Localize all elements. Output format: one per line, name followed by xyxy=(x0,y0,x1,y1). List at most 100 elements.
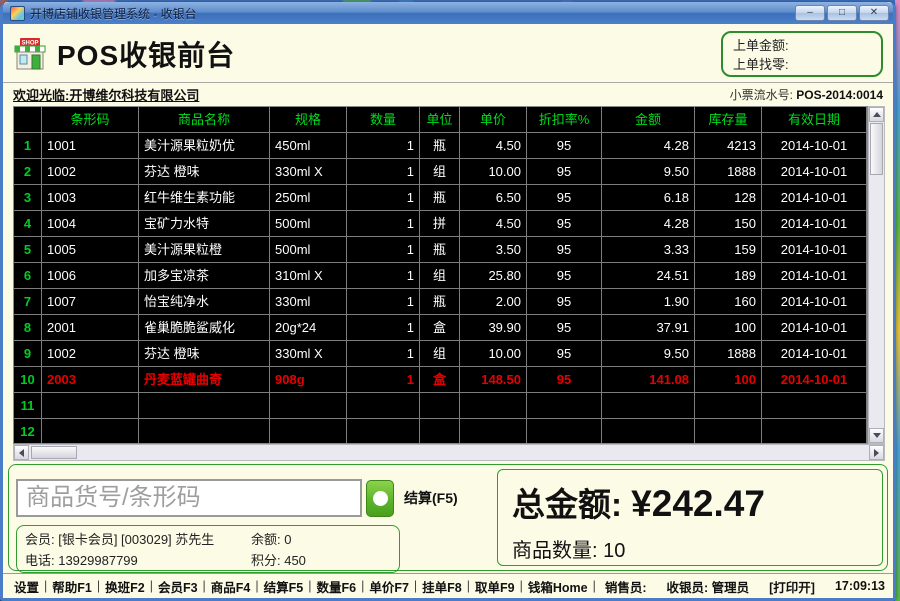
cell-unit: 组 xyxy=(420,341,460,367)
cell-barcode: 1002 xyxy=(42,159,139,185)
cell-amount: 1.90 xyxy=(602,289,695,315)
welcome-text: 欢迎光临:开博维尔科技有限公司 xyxy=(13,87,200,103)
cell-date: 2014-10-01 xyxy=(762,237,867,263)
minimize-icon: – xyxy=(807,7,813,18)
cell-name: 雀巢脆脆鲨威化 xyxy=(139,315,270,341)
toolbar-item[interactable]: 会员F3 xyxy=(155,577,201,596)
cell-no: 5 xyxy=(14,237,42,263)
cell-name: 丹麦蓝罐曲奇 xyxy=(139,367,270,393)
cell-amount: 9.50 xyxy=(602,159,695,185)
horizontal-scrollbar[interactable] xyxy=(13,444,885,461)
cell-name: 红牛维生素功能 xyxy=(139,185,270,211)
cell-amount: 37.91 xyxy=(602,315,695,341)
toolbar-item[interactable]: 结算F5 xyxy=(261,577,307,596)
totals-box: 总金额: ¥242.47 商品数量: 10 xyxy=(497,469,883,566)
close-button[interactable]: ✕ xyxy=(859,5,889,21)
sku-barcode-input[interactable] xyxy=(16,479,362,517)
cell-spec xyxy=(270,419,347,443)
table-row[interactable]: 1 1001 美汁源果粒奶优 450ml 1 瓶 4.50 95 4.28 4213 2014-10… xyxy=(14,133,867,159)
cell-price: 148.50 xyxy=(460,367,527,393)
cell-discount: 95 xyxy=(527,367,602,393)
toolbar-divider: | xyxy=(96,579,101,593)
cell-spec: 250ml xyxy=(270,185,347,211)
cell-qty xyxy=(347,393,420,419)
title-bar[interactable]: 开博店铺收银管理系统 - 收银台 – □ ✕ xyxy=(3,2,893,24)
scroll-left-button[interactable] xyxy=(14,445,29,460)
cell-date: 2014-10-01 xyxy=(762,133,867,159)
toolbar-divider: | xyxy=(519,579,523,593)
cell-no: 2 xyxy=(14,159,42,185)
cell-spec: 330ml X xyxy=(270,341,347,367)
table-row[interactable]: 12 xyxy=(14,419,867,443)
column-header: 库存量 xyxy=(695,107,762,133)
table-row[interactable]: 7 1007 怡宝纯净水 330ml 1 瓶 2.00 95 1.90 160 2014-10-01 xyxy=(14,289,867,315)
scroll-down-button[interactable] xyxy=(869,428,884,443)
row-number-header xyxy=(14,107,42,133)
toolbar-item[interactable]: 取单F9 xyxy=(472,577,518,596)
toolbar-item[interactable]: 挂单F8 xyxy=(419,577,465,596)
item-count-value: 10 xyxy=(603,540,626,562)
toolbar-item[interactable]: 帮助F1 xyxy=(49,577,95,596)
cell-price xyxy=(460,419,527,443)
cell-stock: 160 xyxy=(695,289,762,315)
toolbar-item[interactable]: 数量F6 xyxy=(313,577,359,596)
member-info-box: 会员: [银卡会员] [003029] 苏先生 余额: 0 电话: 139299… xyxy=(16,525,400,573)
table-row[interactable]: 5 1005 美汁源果粒橙 500ml 1 瓶 3.50 95 3.33 159 2014-10-0… xyxy=(14,237,867,263)
items-grid: 条形码 商品名称 规格 数量 单位 单价 折扣率% 金额 库存量 有效日期 1 1001 美汁源果粒奶… xyxy=(13,106,868,444)
cell-stock: 1888 xyxy=(695,159,762,185)
cell-unit xyxy=(420,393,460,419)
cell-unit: 瓶 xyxy=(420,185,460,211)
table-row[interactable]: 4 1004 宝矿力水特 500ml 1 拼 4.50 95 4.28 150 2014-10-01 xyxy=(14,211,867,237)
scan-button[interactable] xyxy=(366,479,394,517)
scroll-right-button[interactable] xyxy=(869,445,884,460)
toolbar-divider: | xyxy=(308,579,312,593)
toolbar-item[interactable]: 钱箱Home xyxy=(525,577,591,596)
cell-unit: 盒 xyxy=(420,367,460,393)
table-row[interactable]: 10 2003 丹麦蓝罐曲奇 908g 1 盒 148.50 95 141.08 100 2014-… xyxy=(14,367,867,393)
vertical-scroll-thumb[interactable] xyxy=(870,123,883,175)
column-header: 有效日期 xyxy=(762,107,867,133)
cell-barcode: 1002 xyxy=(42,341,139,367)
cell-barcode: 1005 xyxy=(42,237,139,263)
maximize-button[interactable]: □ xyxy=(827,5,857,21)
cell-date: 2014-10-01 xyxy=(762,367,867,393)
toolbar-item[interactable]: 换班F2 xyxy=(102,577,148,596)
table-row[interactable]: 3 1003 红牛维生素功能 250ml 1 瓶 6.50 95 6.18 128 2014-10-… xyxy=(14,185,867,211)
cell-qty xyxy=(347,419,420,443)
cell-stock: 159 xyxy=(695,237,762,263)
cell-amount xyxy=(602,393,695,419)
table-row[interactable]: 2 1002 芬达 橙味 330ml X 1 组 10.00 95 9.50 1888 2014-1… xyxy=(14,159,867,185)
member-balance: 余额: 0 xyxy=(251,532,292,547)
vertical-scroll-track[interactable] xyxy=(869,176,884,428)
toolbar-item[interactable]: 单价F7 xyxy=(366,577,412,596)
table-row[interactable]: 6 1006 加多宝凉茶 310ml X 1 组 25.80 95 24.51 189 2014-1… xyxy=(14,263,867,289)
cell-no: 1 xyxy=(14,133,42,159)
cell-barcode: 1006 xyxy=(42,263,139,289)
table-row[interactable]: 8 2001 雀巢脆脆鲨威化 20g*24 1 盒 39.90 95 37.91 100 2014-… xyxy=(14,315,867,341)
cell-amount: 3.33 xyxy=(602,237,695,263)
clock: 17:09:13 xyxy=(834,579,885,593)
window-icon[interactable] xyxy=(10,5,25,21)
column-header: 折扣率% xyxy=(527,107,602,133)
table-row[interactable]: 11 xyxy=(14,393,867,419)
cell-no: 6 xyxy=(14,263,42,289)
cell-barcode xyxy=(42,419,139,443)
member-points: 积分: 450 xyxy=(251,553,306,568)
vertical-scrollbar[interactable] xyxy=(868,106,885,444)
cell-qty: 1 xyxy=(347,185,420,211)
scroll-up-button[interactable] xyxy=(869,107,884,122)
cell-barcode: 1003 xyxy=(42,185,139,211)
table-row[interactable]: 9 1002 芬达 橙味 330ml X 1 组 10.00 95 9.50 1888 2014-1… xyxy=(14,341,867,367)
cell-unit: 组 xyxy=(420,159,460,185)
toolbar-item[interactable]: 设置 xyxy=(11,577,42,596)
toolbar-items: 设置 | 帮助F1 | 换班F2 | 会员F3 | 商品F4 | 结算F5 | 数量F6 | 单价F7 | 挂单… xyxy=(11,577,598,596)
table-body: 1 1001 美汁源果粒奶优 450ml 1 瓶 4.50 95 4.28 4213 2014-10… xyxy=(14,133,867,443)
cell-price: 4.50 xyxy=(460,211,527,237)
cell-barcode: 2003 xyxy=(42,367,139,393)
horizontal-scroll-thumb[interactable] xyxy=(31,446,77,459)
minimize-button[interactable]: – xyxy=(795,5,825,21)
cell-qty: 1 xyxy=(347,237,420,263)
member-phone: 电话: 13929987799 xyxy=(25,553,138,568)
total-amount-value: ¥242.47 xyxy=(631,483,765,524)
toolbar-item[interactable]: 商品F4 xyxy=(208,577,254,596)
